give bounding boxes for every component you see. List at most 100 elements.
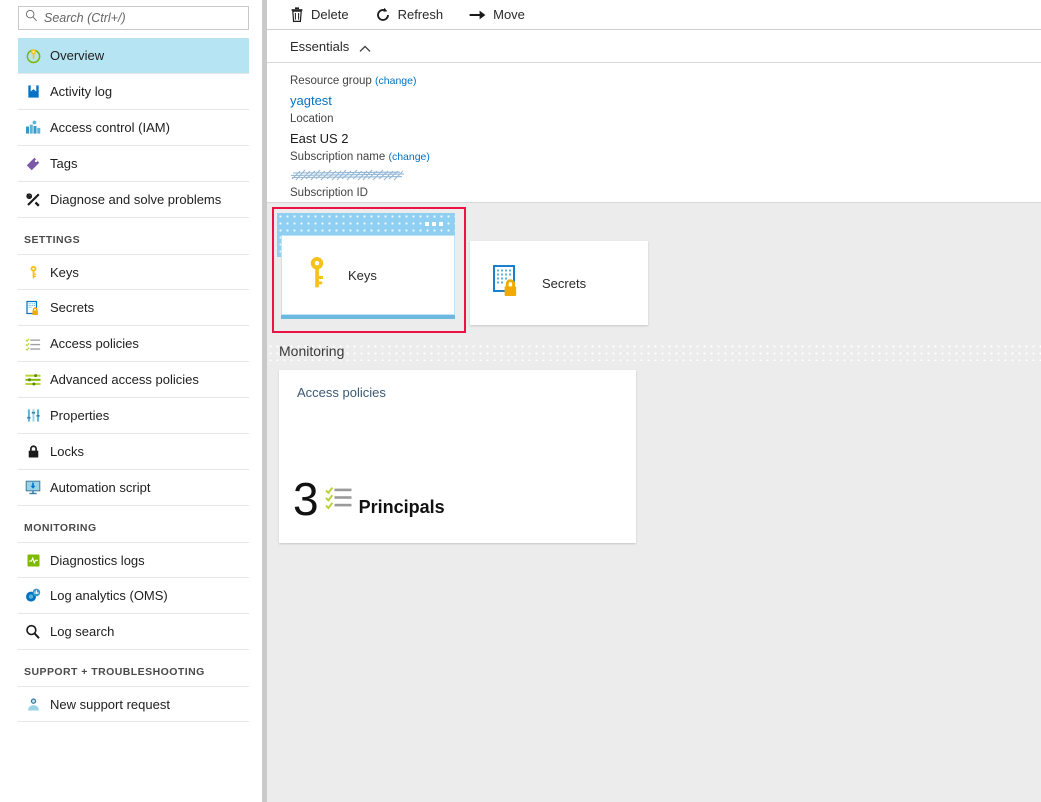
sidebar-item-automation-script[interactable]: Automation script <box>18 470 249 506</box>
refresh-button-label: Refresh <box>398 7 444 22</box>
search-icon <box>25 9 38 27</box>
chevron-up-icon[interactable] <box>359 40 371 52</box>
essentials-field-key: Resource group (change) <box>290 73 1041 90</box>
essentials-field-key: Subscription name (change) <box>290 149 1041 166</box>
sidebar-item-locks[interactable]: Locks <box>18 434 249 470</box>
trash-icon <box>290 7 304 22</box>
move-button[interactable]: Move <box>469 0 525 30</box>
checklist-icon <box>325 485 353 516</box>
field-key-label: Subscription name <box>290 151 385 163</box>
sidebar-item-activity-log[interactable]: Activity log <box>18 74 249 110</box>
tag-icon <box>24 155 42 173</box>
principals-label: Principals <box>359 497 445 518</box>
sidebar-section-settings-label: SETTINGS <box>0 218 267 254</box>
access-policies-metric-row: 3 Principals <box>293 479 445 519</box>
sidebar-item-label: Access policies <box>48 336 139 351</box>
diagnostics-logs-icon <box>24 551 42 569</box>
wrench-screwdriver-icon <box>24 191 42 209</box>
delete-button[interactable]: Delete <box>290 0 349 30</box>
main-panel: Delete Refresh Move <box>267 0 1041 802</box>
keys-tile[interactable]: Keys <box>281 235 455 315</box>
sidebar-item-label: Advanced access policies <box>48 372 199 387</box>
sidebar-item-log-analytics[interactable]: Log analytics (OMS) <box>18 578 249 614</box>
resource-group-change-link[interactable]: (change) <box>375 75 416 87</box>
log-analytics-icon <box>24 587 42 605</box>
sidebar-item-log-search[interactable]: Log search <box>18 614 249 650</box>
field-key-label: Resource group <box>290 75 372 87</box>
sidebar-item-label: Locks <box>48 444 84 459</box>
arrow-right-icon <box>469 8 486 22</box>
sidebar-item-label: Automation script <box>48 480 150 495</box>
properties-sliders-icon <box>24 407 42 425</box>
sidebar-item-properties[interactable]: Properties <box>18 398 249 434</box>
resource-group-value[interactable]: yagtest <box>290 90 1041 111</box>
refresh-button[interactable]: Refresh <box>375 0 444 30</box>
support-person-icon <box>24 695 42 713</box>
location-value: East US 2 <box>290 128 1041 149</box>
padlock-icon <box>24 443 42 461</box>
secret-lock-icon <box>492 264 524 303</box>
automation-monitor-icon <box>24 479 42 497</box>
essentials-field: Resource group (change) yagtest <box>290 73 1041 111</box>
field-key-label: Subscription ID <box>290 187 368 199</box>
search-input[interactable] <box>44 11 242 25</box>
secret-lock-icon <box>24 299 42 317</box>
essentials-field-key: Location <box>290 111 1041 128</box>
essentials-header[interactable]: Essentials <box>267 30 1041 63</box>
key-icon <box>304 256 330 295</box>
subscription-change-link[interactable]: (change) <box>388 151 429 163</box>
left-sidebar: Overview Activity log <box>0 0 267 802</box>
refresh-circular-arrow-icon <box>375 7 391 23</box>
sidebar-item-access-control[interactable]: Access control (IAM) <box>18 110 249 146</box>
sidebar-item-keys[interactable]: Keys <box>18 254 249 290</box>
sidebar-item-label: Secrets <box>48 300 94 315</box>
sidebar-item-label: Overview <box>48 48 104 63</box>
secrets-tile[interactable]: Secrets <box>470 241 648 325</box>
access-policies-metric-tile[interactable]: Access policies 3 Principals <box>279 370 636 543</box>
essentials-field-key: Subscription ID <box>290 185 1041 202</box>
sidebar-item-label: Tags <box>48 156 77 171</box>
sidebar-item-tags[interactable]: Tags <box>18 146 249 182</box>
principals-count: 3 <box>293 479 319 519</box>
activity-log-book-icon <box>24 83 42 101</box>
sidebar-item-secrets[interactable]: Secrets <box>18 290 249 326</box>
access-control-people-icon <box>24 119 42 137</box>
essentials-field: Subscription name (change) <box>290 149 1041 183</box>
sidebar-item-overview[interactable]: Overview <box>18 38 249 74</box>
checklist-icon <box>24 335 42 353</box>
sidebar-item-label: Access control (IAM) <box>48 120 170 135</box>
sidebar-item-new-support-request[interactable]: New support request <box>18 686 249 722</box>
sidebar-item-label: Diagnose and solve problems <box>48 192 221 207</box>
sliders-list-icon <box>24 371 42 389</box>
sidebar-item-label: Log search <box>48 624 114 639</box>
sidebar-primary-nav: Overview Activity log <box>0 38 267 722</box>
essentials-field: Location East US 2 <box>290 111 1041 149</box>
keys-tile-selected-underline <box>281 315 455 319</box>
sidebar-search-wrap <box>0 0 267 30</box>
sidebar-item-diagnostics-logs[interactable]: Diagnostics logs <box>18 542 249 578</box>
subscription-name-redacted-value <box>290 168 407 183</box>
sidebar-item-access-policies[interactable]: Access policies <box>18 326 249 362</box>
sidebar-item-label: New support request <box>48 697 170 712</box>
dashboard-canvas: Keys <box>267 203 1041 802</box>
search-box[interactable] <box>18 6 249 30</box>
sidebar-item-label: Keys <box>48 265 79 280</box>
sidebar-item-label: Properties <box>48 408 109 423</box>
move-button-label: Move <box>493 7 525 22</box>
keys-tile-context-menu-icon[interactable] <box>425 222 443 226</box>
keys-tile-label: Keys <box>348 268 377 283</box>
sidebar-item-label: Diagnostics logs <box>48 553 145 568</box>
sidebar-section-monitoring-label: MONITORING <box>0 506 267 542</box>
monitoring-section-heading: Monitoring <box>279 343 344 359</box>
delete-button-label: Delete <box>311 7 349 22</box>
essentials-body: Resource group (change) yagtest Location… <box>267 63 1041 203</box>
sidebar-item-diagnose-solve[interactable]: Diagnose and solve problems <box>18 182 249 218</box>
keys-tile-content: Keys <box>282 236 454 314</box>
sidebar-inner: Overview Activity log <box>0 0 267 722</box>
overview-key-circle-icon <box>24 47 42 65</box>
azure-keyvault-overview-blade: Overview Activity log <box>0 0 1041 802</box>
key-icon <box>24 263 42 281</box>
sidebar-item-advanced-access-policies[interactable]: Advanced access policies <box>18 362 249 398</box>
secrets-tile-content: Secrets <box>470 241 648 325</box>
sidebar-item-label: Activity log <box>48 84 112 99</box>
